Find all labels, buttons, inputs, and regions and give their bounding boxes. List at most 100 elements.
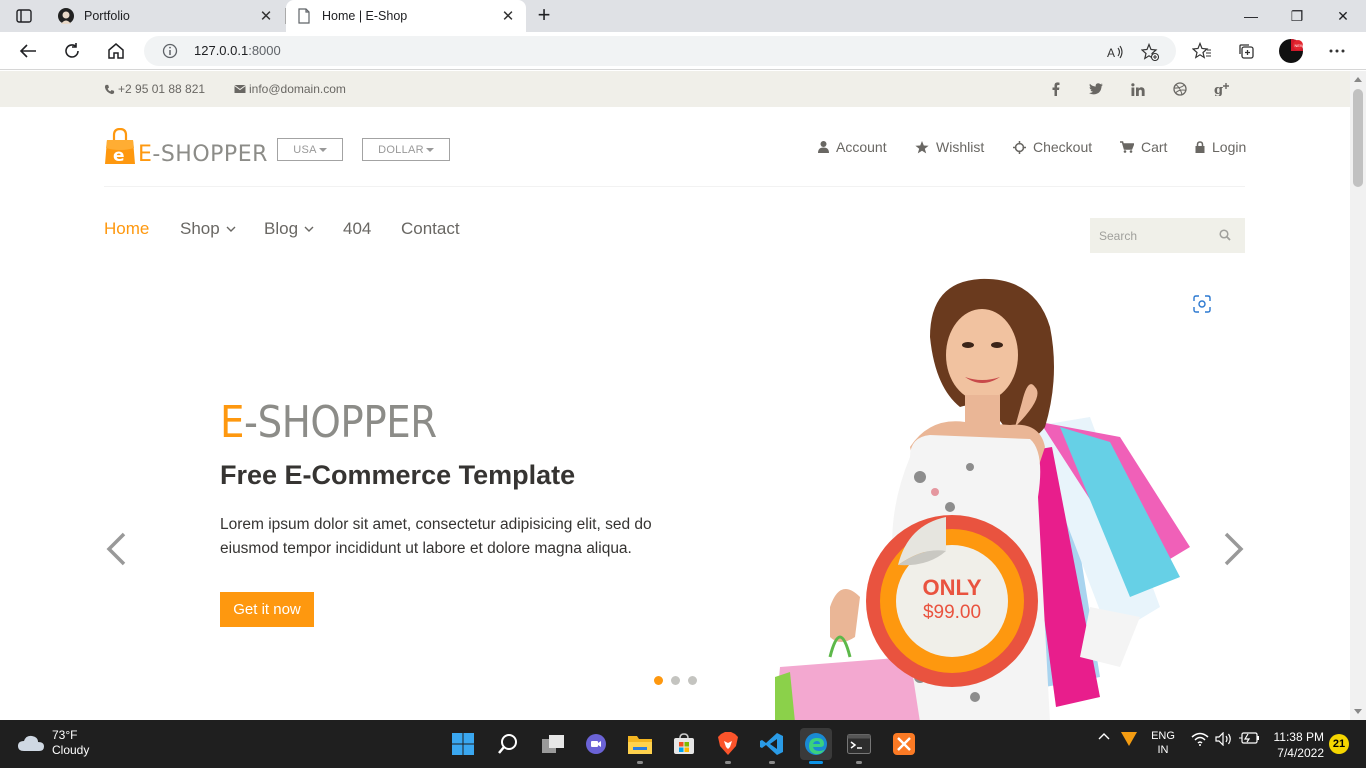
nav-blog[interactable]: Blog — [264, 219, 314, 239]
profile-avatar[interactable]: NEW — [1278, 38, 1304, 64]
search-icon — [498, 734, 517, 754]
weather-desc: Cloudy — [52, 743, 90, 757]
slider-dot-2[interactable] — [671, 676, 680, 685]
wishlist-link[interactable]: Wishlist — [915, 139, 984, 155]
windows-taskbar: 73°F Cloudy ENG IN 11:38 PM 7/4/2022 21 — [0, 720, 1366, 768]
get-it-now-button[interactable]: Get it now — [220, 592, 314, 627]
chevron-left-icon — [106, 532, 126, 566]
refresh-icon[interactable] — [56, 36, 88, 66]
start-button[interactable] — [447, 728, 479, 760]
nav-404[interactable]: 404 — [343, 219, 371, 239]
new-tab-button[interactable]: + — [532, 4, 556, 28]
collections-icon[interactable] — [1233, 38, 1259, 64]
language-code: ENG — [1151, 730, 1175, 742]
vscode-icon — [760, 733, 783, 755]
tab-home-eshop[interactable]: Home | E-Shop ✕ — [286, 0, 526, 32]
currency-dropdown[interactable]: DOLLAR — [362, 138, 450, 161]
scroll-up-icon[interactable] — [1354, 77, 1362, 82]
page-scrollbar[interactable] — [1350, 71, 1366, 720]
scroll-down-icon[interactable] — [1354, 709, 1362, 714]
close-tab-icon[interactable]: ✕ — [254, 4, 278, 28]
badge-price: $99.00 — [922, 602, 982, 623]
home-icon[interactable] — [100, 36, 132, 66]
tab-actions-icon[interactable] — [8, 5, 40, 27]
back-arrow-icon[interactable] — [12, 36, 44, 66]
slider-next-arrow[interactable] — [1222, 529, 1246, 569]
url-host: 127.0.0.1 — [194, 43, 249, 58]
phone-number: +2 95 01 88 821 — [118, 82, 206, 96]
currency-value: DOLLAR — [378, 143, 424, 156]
task-view-icon — [542, 735, 564, 753]
slider-dot-3[interactable] — [688, 676, 697, 685]
microsoft-store-button[interactable] — [668, 728, 700, 760]
site-logo[interactable]: e E-SHOPPER — [104, 128, 268, 166]
notification-count-badge[interactable]: 21 — [1329, 734, 1349, 754]
close-window-button[interactable]: ✕ — [1320, 0, 1366, 32]
nav-shop-label: Shop — [180, 219, 220, 238]
vscode-button[interactable] — [756, 728, 788, 764]
slider-dot-1[interactable] — [654, 676, 663, 685]
favorites-icon[interactable] — [1189, 38, 1215, 64]
account-link[interactable]: Account — [818, 139, 887, 155]
close-tab-icon[interactable]: ✕ — [496, 4, 520, 28]
search-icon[interactable] — [1219, 229, 1231, 241]
nav-contact[interactable]: Contact — [401, 219, 460, 239]
scrollbar-thumb[interactable] — [1353, 89, 1363, 187]
cart-icon — [1120, 141, 1134, 153]
caret-down-icon — [425, 147, 434, 152]
read-aloud-icon[interactable]: A — [1106, 42, 1126, 62]
checkout-link[interactable]: Checkout — [1013, 139, 1092, 155]
wishlist-label: Wishlist — [936, 139, 985, 155]
nav-shop[interactable]: Shop — [180, 219, 236, 239]
more-menu-icon[interactable] — [1324, 38, 1350, 64]
edge-browser-button[interactable] — [800, 728, 832, 764]
volume-icon[interactable] — [1214, 732, 1234, 746]
email-contact[interactable]: info@domain.com — [234, 82, 346, 96]
search-input[interactable] — [1090, 218, 1215, 253]
terminal-icon — [847, 734, 871, 754]
battery-icon[interactable] — [1238, 732, 1260, 744]
country-dropdown[interactable]: USA — [277, 138, 343, 161]
url-text[interactable]: 127.0.0.1:8000 — [194, 43, 281, 58]
twitter-icon[interactable] — [1088, 81, 1104, 97]
login-link[interactable]: Login — [1195, 139, 1246, 155]
file-explorer-button[interactable] — [624, 728, 656, 764]
weather-widget[interactable]: 73°F Cloudy — [18, 728, 89, 758]
visual-search-icon[interactable] — [1193, 295, 1211, 313]
minimize-button[interactable]: — — [1228, 0, 1274, 32]
login-label: Login — [1212, 139, 1247, 155]
address-bar[interactable]: 127.0.0.1:8000 A — [144, 36, 1176, 66]
slider-prev-arrow[interactable] — [104, 529, 128, 569]
linkedin-icon[interactable] — [1130, 81, 1146, 97]
teams-chat-button[interactable] — [580, 728, 612, 760]
edge-icon — [805, 733, 827, 755]
google-plus-icon[interactable]: g — [1214, 81, 1230, 97]
terminal-button[interactable] — [843, 728, 875, 764]
phone-icon — [104, 84, 115, 94]
wifi-icon[interactable] — [1190, 732, 1210, 746]
url-port: :8000 — [248, 43, 281, 58]
language-indicator[interactable]: ENG IN — [1146, 729, 1180, 757]
add-favorite-icon[interactable] — [1140, 42, 1160, 62]
system-clock[interactable]: 11:38 PM 7/4/2022 — [1270, 729, 1324, 761]
facebook-icon[interactable] — [1048, 81, 1064, 97]
vlc-tray-icon[interactable] — [1120, 732, 1138, 746]
phone-contact[interactable]: +2 95 01 88 821 — [104, 82, 205, 96]
chevron-up-icon[interactable] — [1096, 732, 1112, 740]
nav-home[interactable]: Home — [104, 219, 149, 239]
xampp-button[interactable] — [888, 728, 920, 760]
cart-label: Cart — [1141, 139, 1168, 155]
brave-browser-button[interactable] — [712, 728, 744, 764]
weather-temp: 73°F — [52, 728, 78, 742]
main-navigation: Home Shop Blog 404 Contact — [0, 187, 1350, 267]
folder-icon — [628, 736, 652, 754]
restore-button[interactable]: ❐ — [1274, 0, 1320, 32]
taskbar-search-button[interactable] — [492, 728, 524, 760]
site-info-icon[interactable] — [162, 43, 178, 59]
dribbble-icon[interactable] — [1172, 81, 1188, 97]
clock-date: 7/4/2022 — [1277, 746, 1324, 760]
task-view-button[interactable] — [537, 728, 569, 760]
cart-link[interactable]: Cart — [1120, 139, 1167, 155]
header-top-bar: +2 95 01 88 821 info@domain.com g — [0, 71, 1350, 107]
tab-portfolio[interactable]: Portfolio ✕ — [48, 0, 284, 32]
